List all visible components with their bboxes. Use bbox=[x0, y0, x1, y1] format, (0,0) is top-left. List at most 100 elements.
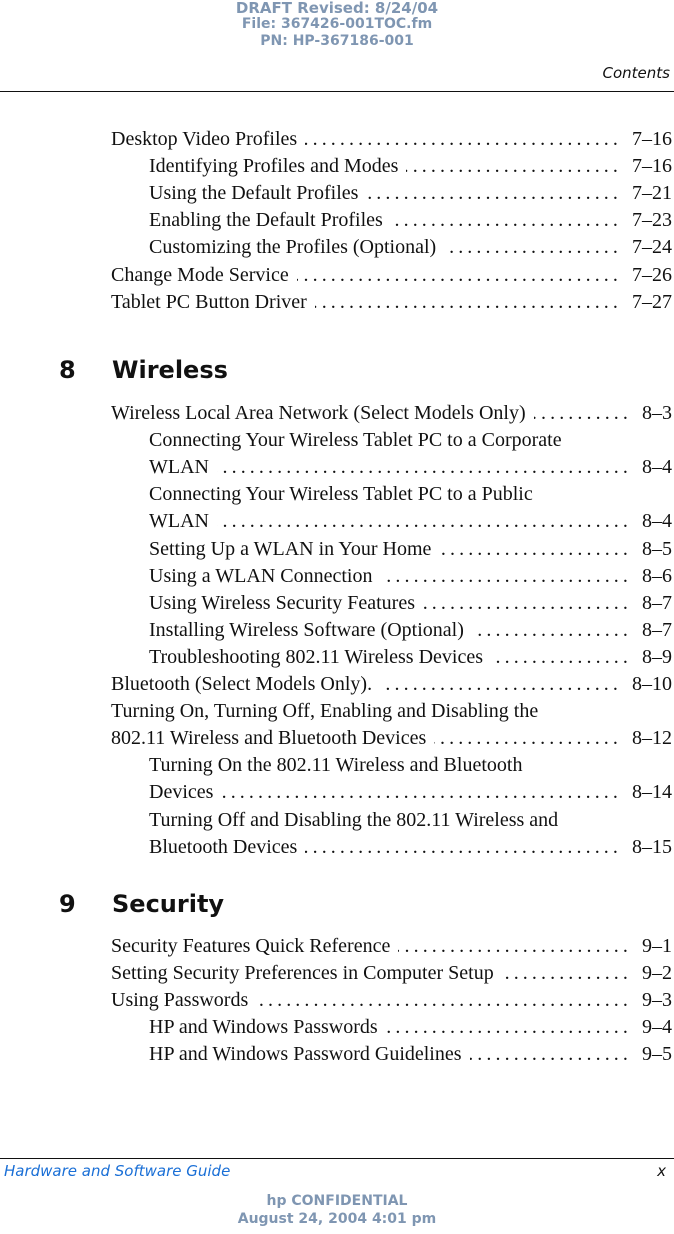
toc-entry-title: Installing Wireless Software (Optional) bbox=[149, 618, 464, 641]
toc-entry-title: Turning On the 802.11 Wireless and Bluet… bbox=[149, 754, 523, 777]
toc-page-number[interactable]: 9–4 bbox=[642, 1014, 672, 1041]
toc-page-number[interactable]: 7–16 bbox=[632, 126, 672, 153]
toc-page-number[interactable]: 7–21 bbox=[632, 180, 672, 207]
toc-entry-title: Customizing the Profiles (Optional) bbox=[149, 236, 437, 259]
toc-entry-continuation[interactable]: WLAN....................................… bbox=[0, 508, 674, 535]
toc-entry-title: 802.11 Wireless and Bluetooth Devices bbox=[111, 727, 427, 750]
draft-part-number: PN: HP-367186-001 bbox=[260, 33, 414, 49]
dot-leader: ........................................… bbox=[434, 727, 622, 750]
toc-entry[interactable]: Identifying Profiles and Modes..........… bbox=[0, 153, 674, 180]
dot-leader: ........................................… bbox=[386, 1016, 632, 1039]
toc-entry-title: HP and Windows Passwords bbox=[149, 1016, 378, 1039]
dot-leader: ........................................… bbox=[502, 962, 632, 985]
dot-leader: ........................................… bbox=[221, 781, 622, 804]
toc-entry[interactable]: Setting Up a WLAN in Your Home..........… bbox=[0, 536, 674, 563]
header-rule bbox=[0, 91, 674, 92]
dot-leader: ........................................… bbox=[217, 510, 632, 533]
footer-rule bbox=[0, 1158, 674, 1159]
toc-entry[interactable]: Using Passwords.........................… bbox=[0, 987, 674, 1014]
toc-page-number[interactable]: 7–27 bbox=[632, 289, 672, 316]
toc-entry-title: Devices bbox=[149, 781, 214, 804]
dot-leader: ........................................… bbox=[491, 645, 632, 668]
dot-leader: ........................................… bbox=[391, 209, 622, 232]
dot-leader: ........................................… bbox=[297, 263, 622, 286]
toc-page-number[interactable]: 8–10 bbox=[632, 671, 672, 698]
toc-page-number[interactable]: 8–4 bbox=[642, 454, 672, 481]
confidential-stamp: hp CONFIDENTIAL August 24, 2004 4:01 pm bbox=[0, 1192, 674, 1228]
toc-entry-continuation[interactable]: 802.11 Wireless and Bluetooth Devices...… bbox=[0, 725, 674, 752]
toc-entry[interactable]: HP and Windows Password Guidelines......… bbox=[0, 1041, 674, 1068]
chapter-number: 9 bbox=[59, 890, 76, 918]
dot-leader: ........................................… bbox=[398, 935, 632, 957]
dot-leader: ........................................… bbox=[217, 456, 632, 479]
toc-entry-title: Using a WLAN Connection bbox=[149, 564, 373, 587]
dot-leader: ........................................… bbox=[439, 537, 632, 560]
confidential-date: August 24, 2004 4:01 pm bbox=[237, 1211, 437, 1227]
dot-leader: ........................................… bbox=[534, 402, 632, 424]
toc-entry[interactable]: Using a WLAN Connection.................… bbox=[0, 563, 674, 590]
toc-entry: Turning On, Turning Off, Enabling and Di… bbox=[0, 698, 674, 725]
toc-entry-title: Tablet PC Button Driver bbox=[111, 290, 307, 313]
toc-page-number[interactable]: 8–7 bbox=[642, 617, 672, 644]
toc-page-number[interactable]: 9–1 bbox=[642, 933, 672, 960]
toc-entry[interactable]: HP and Windows Passwords................… bbox=[0, 1014, 674, 1041]
toc-entry: Turning Off and Disabling the 802.11 Wir… bbox=[0, 807, 674, 834]
toc-entry-title: Connecting Your Wireless Tablet PC to a … bbox=[149, 483, 533, 506]
toc-entry-title: Security Features Quick Reference bbox=[111, 935, 391, 957]
toc-entry-title: WLAN bbox=[149, 510, 209, 533]
toc-page-number[interactable]: 9–3 bbox=[642, 987, 672, 1014]
toc-entry[interactable]: Enabling the Default Profiles...........… bbox=[0, 207, 674, 234]
toc-entry-title: Desktop Video Profiles bbox=[111, 128, 298, 150]
toc-entry-continuation[interactable]: Devices.................................… bbox=[0, 779, 674, 806]
toc-entry[interactable]: Wireless Local Area Network (Select Mode… bbox=[0, 400, 674, 427]
dot-leader: ........................................… bbox=[380, 673, 622, 695]
toc-entry[interactable]: Customizing the Profiles (Optional).....… bbox=[0, 234, 674, 261]
toc-page-number[interactable]: 8–12 bbox=[632, 725, 672, 752]
footer-guide-title: Hardware and Software Guide bbox=[4, 1162, 231, 1180]
toc-page-number[interactable]: 8–5 bbox=[642, 536, 672, 563]
toc-page-number[interactable]: 9–2 bbox=[642, 960, 672, 987]
toc-entry-title: Using the Default Profiles bbox=[149, 182, 359, 205]
toc-entry-continuation[interactable]: Bluetooth Devices.......................… bbox=[0, 834, 674, 861]
dot-leader: ........................................… bbox=[406, 155, 622, 178]
toc-entry[interactable]: Setting Security Preferences in Computer… bbox=[0, 960, 674, 987]
dot-leader: ........................................… bbox=[444, 236, 622, 259]
toc-page-number[interactable]: 9–5 bbox=[642, 1041, 672, 1068]
toc-page-number[interactable]: 7–26 bbox=[632, 262, 672, 289]
toc-entry[interactable]: Using the Default Profiles..............… bbox=[0, 180, 674, 207]
toc-page-number[interactable]: 7–16 bbox=[632, 153, 672, 180]
running-head: Contents bbox=[602, 64, 670, 82]
toc-page-number[interactable]: 8–7 bbox=[642, 590, 672, 617]
toc-entry[interactable]: Installing Wireless Software (Optional).… bbox=[0, 617, 674, 644]
toc-page-number[interactable]: 7–23 bbox=[632, 207, 672, 234]
toc-page-number[interactable]: 8–6 bbox=[642, 563, 672, 590]
toc-page-number[interactable]: 8–14 bbox=[632, 779, 672, 806]
toc-entry-title: HP and Windows Password Guidelines bbox=[149, 1043, 462, 1066]
toc-page-number[interactable]: 8–4 bbox=[642, 508, 672, 535]
toc-page-number[interactable]: 8–3 bbox=[642, 400, 672, 427]
toc-page-number[interactable]: 7–24 bbox=[632, 234, 672, 261]
toc-entry-title: Change Mode Service bbox=[111, 263, 289, 286]
footer-page-number: x bbox=[657, 1162, 666, 1180]
toc-entry: Connecting Your Wireless Tablet PC to a … bbox=[0, 427, 674, 454]
dot-leader: ........................................… bbox=[305, 835, 622, 858]
toc-entry[interactable]: Using Wireless Security Features........… bbox=[0, 590, 674, 617]
toc-entry[interactable]: Troubleshooting 802.11 Wireless Devices.… bbox=[0, 644, 674, 671]
toc-entry[interactable]: Bluetooth (Select Models Only)..........… bbox=[0, 671, 674, 698]
dot-leader: ........................................… bbox=[472, 618, 632, 641]
dot-leader: ........................................… bbox=[305, 128, 622, 150]
dot-leader: ........................................… bbox=[381, 564, 632, 587]
toc-page-number[interactable]: 8–15 bbox=[632, 834, 672, 861]
toc-entry[interactable]: Security Features Quick Reference.......… bbox=[0, 933, 674, 960]
toc-entry-title: Connecting Your Wireless Tablet PC to a … bbox=[149, 429, 562, 452]
toc-entry-continuation[interactable]: WLAN....................................… bbox=[0, 454, 674, 481]
toc-entry[interactable]: Change Mode Service.....................… bbox=[0, 262, 674, 289]
chapter-number: 8 bbox=[59, 356, 76, 384]
chapter-title: Wireless bbox=[112, 356, 228, 384]
toc-entry[interactable]: Tablet PC Button Driver.................… bbox=[0, 289, 674, 316]
dot-leader: ........................................… bbox=[470, 1043, 632, 1066]
chapter-title: Security bbox=[112, 890, 225, 918]
draft-file: File: 367426-001TOC.fm bbox=[241, 16, 433, 32]
toc-entry[interactable]: Desktop Video Profiles..................… bbox=[0, 126, 674, 153]
toc-page-number[interactable]: 8–9 bbox=[642, 644, 672, 671]
